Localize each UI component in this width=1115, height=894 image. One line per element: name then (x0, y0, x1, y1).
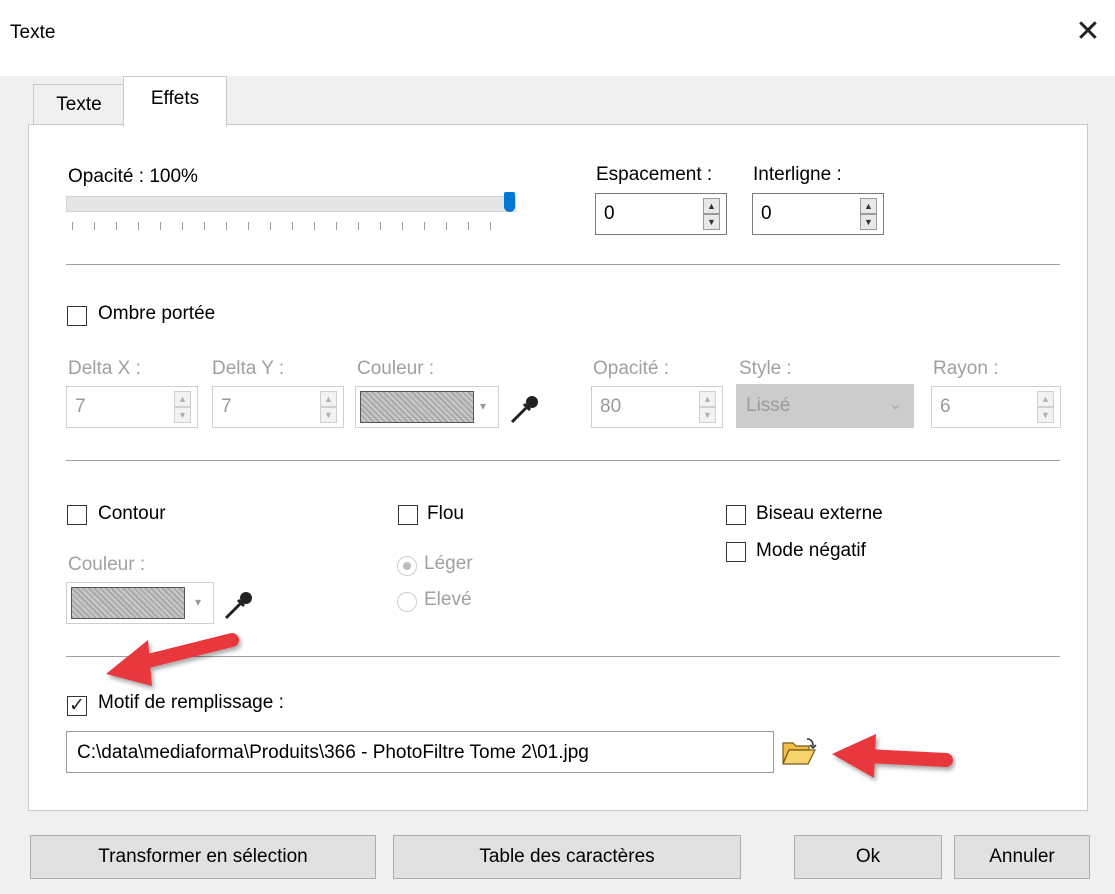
flou-checkbox[interactable] (398, 505, 418, 525)
color-swatch (71, 587, 185, 619)
transformer-button[interactable]: Transformer en sélection (30, 835, 376, 879)
delta-y-label: Delta Y : (212, 358, 285, 379)
spin-up-icon[interactable]: ▲ (699, 391, 716, 407)
espacement-stepper[interactable]: ▲▼ (595, 193, 727, 235)
folder-open-icon[interactable] (781, 737, 817, 767)
ombre-label: Ombre portée (98, 303, 216, 324)
annotation-arrow-icon (832, 734, 953, 778)
opacity-label: Opacité : 100% (68, 166, 198, 187)
contour-checkbox[interactable] (67, 505, 87, 525)
rayon-input[interactable] (938, 395, 1019, 419)
spin-down-icon[interactable]: ▼ (703, 214, 720, 230)
opacity-slider-thumb[interactable] (504, 192, 515, 212)
motif-checkbox[interactable] (67, 694, 87, 717)
radio-leger[interactable] (397, 556, 417, 576)
delta-y-input[interactable] (219, 395, 301, 419)
tab-effets[interactable]: Effets (123, 76, 227, 127)
rayon-label: Rayon : (933, 358, 999, 379)
mode-negatif-label: Mode négatif (756, 540, 866, 561)
table-caracteres-button[interactable]: Table des caractères (393, 835, 741, 879)
spin-down-icon[interactable]: ▼ (320, 407, 337, 423)
spin-up-icon[interactable]: ▲ (860, 198, 877, 214)
ombre-opacite-stepper[interactable]: ▲▼ (591, 386, 723, 428)
interligne-label: Interligne : (753, 164, 842, 185)
delta-x-input[interactable] (73, 395, 155, 419)
contour-color-picker[interactable]: ▾ (66, 582, 214, 624)
style-label: Style : (739, 358, 792, 379)
radio-leger-label: Léger (424, 553, 473, 574)
rayon-stepper[interactable]: ▲▼ (931, 386, 1061, 428)
motif-path-input[interactable] (75, 741, 769, 765)
ombre-checkbox[interactable] (67, 306, 87, 326)
ombre-opacite-label: Opacité : (593, 358, 670, 379)
chevron-down-icon[interactable]: ▾ (472, 391, 494, 421)
ombre-couleur-label: Couleur : (357, 358, 435, 379)
chevron-down-icon[interactable]: ▾ (187, 587, 209, 617)
ok-button[interactable]: Ok (794, 835, 942, 879)
delta-x-stepper[interactable]: ▲▼ (66, 386, 198, 428)
opacity-slider-ticks (72, 222, 512, 230)
chevron-down-icon[interactable]: ⌄ (889, 394, 902, 414)
spin-up-icon[interactable]: ▲ (174, 391, 191, 407)
spin-down-icon[interactable]: ▼ (1037, 407, 1054, 423)
style-value: Lissé (746, 395, 791, 416)
interligne-input[interactable] (759, 202, 841, 226)
contour-couleur-label: Couleur : (68, 554, 146, 575)
biseau-label: Biseau externe (756, 503, 883, 524)
spin-down-icon[interactable]: ▼ (699, 407, 716, 423)
flou-label: Flou (427, 503, 464, 524)
spin-up-icon[interactable]: ▲ (320, 391, 337, 407)
separator (66, 264, 1060, 265)
espacement-label: Espacement : (596, 164, 713, 185)
opacity-slider-track[interactable] (66, 196, 516, 212)
radio-eleve[interactable] (397, 592, 417, 612)
spin-up-icon[interactable]: ▲ (703, 198, 720, 214)
radio-eleve-label: Elevé (424, 589, 472, 610)
color-swatch (360, 391, 474, 423)
annuler-button[interactable]: Annuler (954, 835, 1090, 879)
ombre-opacite-input[interactable] (598, 395, 680, 419)
title-bar (0, 0, 1115, 76)
biseau-checkbox[interactable] (726, 505, 746, 525)
delta-y-stepper[interactable]: ▲▼ (212, 386, 344, 428)
mode-negatif-checkbox[interactable] (726, 542, 746, 562)
delta-x-label: Delta X : (68, 358, 141, 379)
ombre-color-picker[interactable]: ▾ (355, 386, 499, 428)
eyedropper-icon[interactable] (222, 588, 256, 622)
motif-path-field[interactable] (66, 731, 774, 773)
style-select[interactable]: Lissé ⌄ (736, 384, 914, 428)
spin-down-icon[interactable]: ▼ (174, 407, 191, 423)
window-title: Texte (10, 22, 56, 43)
annotation-arrow-icon (106, 633, 239, 686)
spin-up-icon[interactable]: ▲ (1037, 391, 1054, 407)
contour-label: Contour (98, 503, 166, 524)
separator (66, 460, 1060, 461)
eyedropper-icon[interactable] (508, 392, 542, 426)
interligne-stepper[interactable]: ▲▼ (752, 193, 884, 235)
spin-down-icon[interactable]: ▼ (860, 214, 877, 230)
close-icon[interactable]: ✕ (1070, 14, 1106, 50)
tab-texte[interactable]: Texte (33, 84, 125, 127)
espacement-input[interactable] (602, 202, 684, 226)
